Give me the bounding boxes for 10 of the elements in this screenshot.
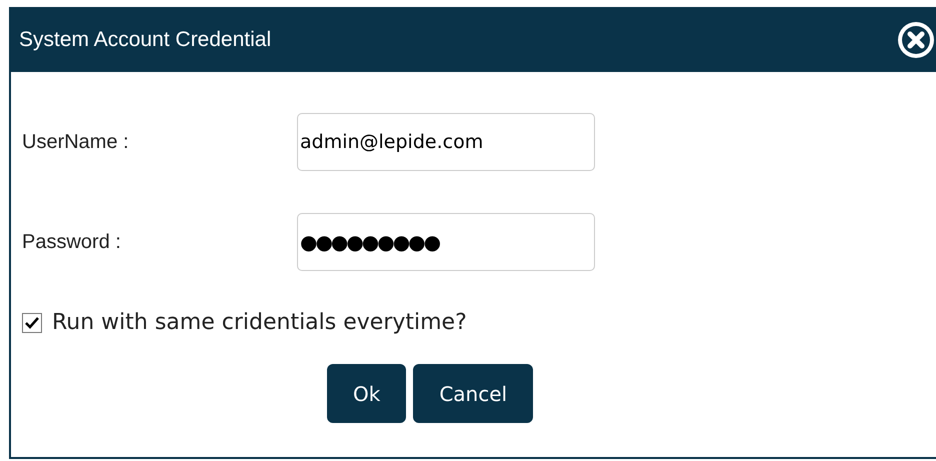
field-label: Password :	[22, 230, 122, 254]
close-button[interactable]	[896, 20, 936, 60]
ok-button[interactable]: Ok	[327, 364, 406, 423]
window-title: System Account Credential	[19, 28, 272, 52]
username-field[interactable]: admin@lepide.com	[297, 113, 595, 171]
password-field[interactable]: ●●●●●●●●●	[297, 213, 595, 271]
cancel-button[interactable]: Cancel	[413, 364, 534, 423]
checkbox[interactable]	[22, 312, 42, 332]
checkbox-label: Run with same cridentials everytime?	[52, 310, 467, 335]
field-label: UserName :	[22, 130, 130, 154]
